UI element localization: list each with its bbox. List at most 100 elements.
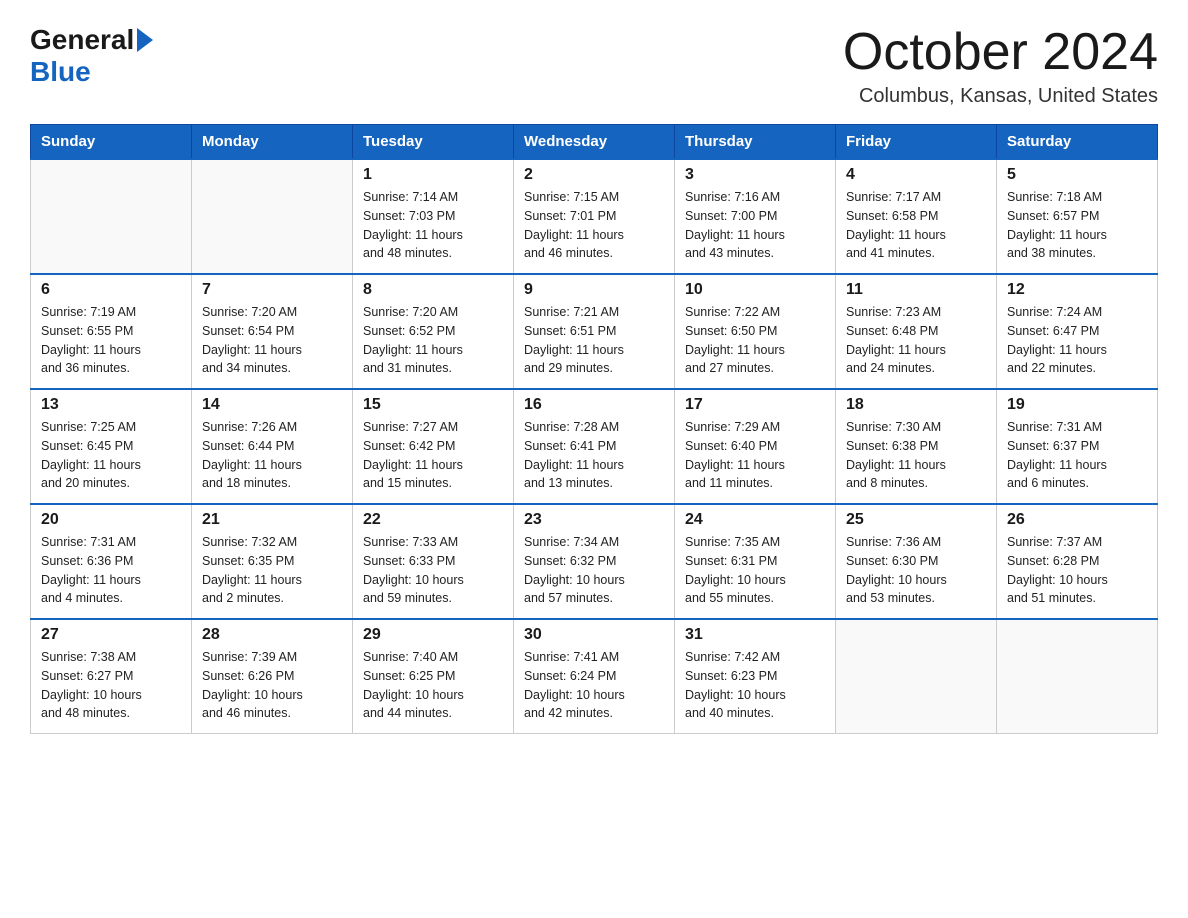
logo: General Blue [30, 24, 153, 88]
day-number: 17 [685, 396, 825, 414]
calendar-cell: 5 Sunrise: 7:18 AM Sunset: 6:57 PM Daylig… [997, 159, 1158, 274]
day-number: 16 [524, 396, 664, 414]
calendar-cell [997, 619, 1158, 734]
calendar-cell: 1 Sunrise: 7:14 AM Sunset: 7:03 PM Daylig… [353, 159, 514, 274]
calendar-cell: 11 Sunrise: 7:23 AM Sunset: 6:48 PM Dayli… [836, 274, 997, 389]
calendar-day-header: Friday [836, 125, 997, 160]
day-info: Sunrise: 7:27 AM Sunset: 6:42 PM Dayligh… [363, 418, 503, 493]
logo-arrow-icon [137, 28, 153, 52]
calendar-day-header: Tuesday [353, 125, 514, 160]
day-info: Sunrise: 7:14 AM Sunset: 7:03 PM Dayligh… [363, 188, 503, 263]
day-info: Sunrise: 7:38 AM Sunset: 6:27 PM Dayligh… [41, 648, 181, 723]
calendar-cell: 30 Sunrise: 7:41 AM Sunset: 6:24 PM Dayli… [514, 619, 675, 734]
day-info: Sunrise: 7:40 AM Sunset: 6:25 PM Dayligh… [363, 648, 503, 723]
calendar-week-row: 27 Sunrise: 7:38 AM Sunset: 6:27 PM Dayli… [31, 619, 1158, 734]
day-info: Sunrise: 7:17 AM Sunset: 6:58 PM Dayligh… [846, 188, 986, 263]
calendar-day-header: Sunday [31, 125, 192, 160]
logo-general-text: General [30, 24, 134, 56]
day-number: 25 [846, 511, 986, 529]
day-number: 14 [202, 396, 342, 414]
calendar-cell: 26 Sunrise: 7:37 AM Sunset: 6:28 PM Dayli… [997, 504, 1158, 619]
day-number: 20 [41, 511, 181, 529]
logo-blue-text: Blue [30, 56, 91, 87]
day-info: Sunrise: 7:42 AM Sunset: 6:23 PM Dayligh… [685, 648, 825, 723]
day-number: 10 [685, 281, 825, 299]
day-info: Sunrise: 7:35 AM Sunset: 6:31 PM Dayligh… [685, 533, 825, 608]
day-info: Sunrise: 7:37 AM Sunset: 6:28 PM Dayligh… [1007, 533, 1147, 608]
day-number: 28 [202, 626, 342, 644]
calendar-cell: 28 Sunrise: 7:39 AM Sunset: 6:26 PM Dayli… [192, 619, 353, 734]
calendar-cell [192, 159, 353, 274]
day-number: 11 [846, 281, 986, 299]
day-info: Sunrise: 7:20 AM Sunset: 6:52 PM Dayligh… [363, 303, 503, 378]
day-number: 15 [363, 396, 503, 414]
day-info: Sunrise: 7:41 AM Sunset: 6:24 PM Dayligh… [524, 648, 664, 723]
day-number: 24 [685, 511, 825, 529]
calendar-cell: 7 Sunrise: 7:20 AM Sunset: 6:54 PM Daylig… [192, 274, 353, 389]
day-info: Sunrise: 7:30 AM Sunset: 6:38 PM Dayligh… [846, 418, 986, 493]
day-number: 6 [41, 281, 181, 299]
calendar-cell: 27 Sunrise: 7:38 AM Sunset: 6:27 PM Dayli… [31, 619, 192, 734]
day-number: 23 [524, 511, 664, 529]
day-number: 4 [846, 166, 986, 184]
calendar-day-header: Thursday [675, 125, 836, 160]
calendar-cell: 15 Sunrise: 7:27 AM Sunset: 6:42 PM Dayli… [353, 389, 514, 504]
day-number: 3 [685, 166, 825, 184]
day-number: 27 [41, 626, 181, 644]
day-info: Sunrise: 7:19 AM Sunset: 6:55 PM Dayligh… [41, 303, 181, 378]
day-info: Sunrise: 7:25 AM Sunset: 6:45 PM Dayligh… [41, 418, 181, 493]
day-info: Sunrise: 7:16 AM Sunset: 7:00 PM Dayligh… [685, 188, 825, 263]
calendar-table: SundayMondayTuesdayWednesdayThursdayFrid… [30, 124, 1158, 734]
calendar-cell: 6 Sunrise: 7:19 AM Sunset: 6:55 PM Daylig… [31, 274, 192, 389]
calendar-cell: 9 Sunrise: 7:21 AM Sunset: 6:51 PM Daylig… [514, 274, 675, 389]
title-area: October 2024 Columbus, Kansas, United St… [843, 24, 1158, 108]
calendar-cell: 20 Sunrise: 7:31 AM Sunset: 6:36 PM Dayli… [31, 504, 192, 619]
day-info: Sunrise: 7:31 AM Sunset: 6:37 PM Dayligh… [1007, 418, 1147, 493]
day-info: Sunrise: 7:15 AM Sunset: 7:01 PM Dayligh… [524, 188, 664, 263]
page-header: General Blue October 2024 Columbus, Kans… [30, 24, 1158, 108]
day-info: Sunrise: 7:20 AM Sunset: 6:54 PM Dayligh… [202, 303, 342, 378]
day-number: 7 [202, 281, 342, 299]
calendar-cell: 18Sunrise: 7:30 AM Sunset: 6:38 PM Dayli… [836, 389, 997, 504]
day-number: 26 [1007, 511, 1147, 529]
day-number: 5 [1007, 166, 1147, 184]
day-info: Sunrise: 7:33 AM Sunset: 6:33 PM Dayligh… [363, 533, 503, 608]
day-info: Sunrise: 7:31 AM Sunset: 6:36 PM Dayligh… [41, 533, 181, 608]
calendar-cell: 4 Sunrise: 7:17 AM Sunset: 6:58 PM Daylig… [836, 159, 997, 274]
day-number: 22 [363, 511, 503, 529]
day-info: Sunrise: 7:18 AM Sunset: 6:57 PM Dayligh… [1007, 188, 1147, 263]
calendar-cell: 16 Sunrise: 7:28 AM Sunset: 6:41 PM Dayli… [514, 389, 675, 504]
day-number: 1 [363, 166, 503, 184]
day-info: Sunrise: 7:34 AM Sunset: 6:32 PM Dayligh… [524, 533, 664, 608]
calendar-cell: 29 Sunrise: 7:40 AM Sunset: 6:25 PM Dayli… [353, 619, 514, 734]
day-number: 29 [363, 626, 503, 644]
calendar-cell: 10 Sunrise: 7:22 AM Sunset: 6:50 PM Dayli… [675, 274, 836, 389]
day-number: 19 [1007, 396, 1147, 414]
calendar-cell [31, 159, 192, 274]
calendar-cell: 21Sunrise: 7:32 AM Sunset: 6:35 PM Dayli… [192, 504, 353, 619]
calendar-cell: 14 Sunrise: 7:26 AM Sunset: 6:44 PM Dayli… [192, 389, 353, 504]
day-number: 9 [524, 281, 664, 299]
calendar-day-header: Saturday [997, 125, 1158, 160]
calendar-cell: 31 Sunrise: 7:42 AM Sunset: 6:23 PM Dayli… [675, 619, 836, 734]
day-info: Sunrise: 7:36 AM Sunset: 6:30 PM Dayligh… [846, 533, 986, 608]
day-info: Sunrise: 7:24 AM Sunset: 6:47 PM Dayligh… [1007, 303, 1147, 378]
day-info: Sunrise: 7:21 AM Sunset: 6:51 PM Dayligh… [524, 303, 664, 378]
calendar-cell: 24 Sunrise: 7:35 AM Sunset: 6:31 PM Dayli… [675, 504, 836, 619]
calendar-cell [836, 619, 997, 734]
day-info: Sunrise: 7:22 AM Sunset: 6:50 PM Dayligh… [685, 303, 825, 378]
day-info: Sunrise: 7:28 AM Sunset: 6:41 PM Dayligh… [524, 418, 664, 493]
calendar-cell: 3 Sunrise: 7:16 AM Sunset: 7:00 PM Daylig… [675, 159, 836, 274]
calendar-cell: 8Sunrise: 7:20 AM Sunset: 6:52 PM Daylig… [353, 274, 514, 389]
day-number: 21 [202, 511, 342, 529]
calendar-week-row: 20 Sunrise: 7:31 AM Sunset: 6:36 PM Dayli… [31, 504, 1158, 619]
day-info: Sunrise: 7:39 AM Sunset: 6:26 PM Dayligh… [202, 648, 342, 723]
day-number: 30 [524, 626, 664, 644]
calendar-day-header: Wednesday [514, 125, 675, 160]
calendar-cell: 17Sunrise: 7:29 AM Sunset: 6:40 PM Dayli… [675, 389, 836, 504]
day-number: 31 [685, 626, 825, 644]
calendar-header-row: SundayMondayTuesdayWednesdayThursdayFrid… [31, 125, 1158, 160]
day-info: Sunrise: 7:26 AM Sunset: 6:44 PM Dayligh… [202, 418, 342, 493]
location-text: Columbus, Kansas, United States [843, 85, 1158, 108]
day-info: Sunrise: 7:23 AM Sunset: 6:48 PM Dayligh… [846, 303, 986, 378]
